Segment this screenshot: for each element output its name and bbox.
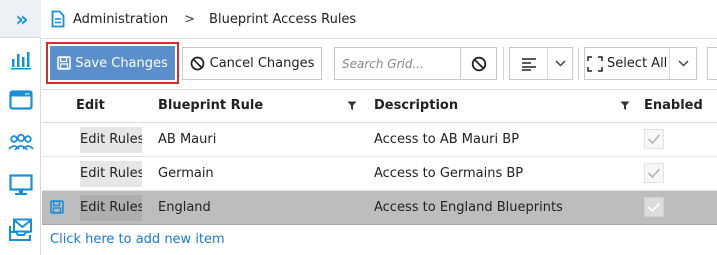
window-icon	[8, 90, 33, 110]
column-header-enabled[interactable]: Enabled	[644, 90, 703, 122]
save-button[interactable]: Save Changes	[50, 46, 175, 80]
search-box	[334, 47, 497, 80]
nav-window-button[interactable]	[0, 82, 41, 118]
enabled-checkbox[interactable]	[644, 129, 664, 149]
breadcrumb-root-link[interactable]: Administration	[73, 12, 168, 27]
blueprint-rule-cell: England	[158, 200, 211, 215]
expand-nav-button[interactable]: »	[0, 0, 41, 38]
floppy-disk-icon	[57, 56, 71, 70]
filter-icon[interactable]	[347, 101, 357, 111]
document-icon	[51, 10, 65, 28]
column-header-edit[interactable]: Edit	[76, 90, 105, 122]
cancel-icon	[190, 56, 204, 71]
nav-rail: »	[0, 0, 41, 255]
select-all-dropdown[interactable]: Select All	[584, 47, 697, 80]
nav-monitor-button[interactable]	[0, 167, 41, 203]
floppy-disk-icon	[50, 200, 64, 214]
select-all-label: Select All	[606, 56, 668, 71]
chevron-down-icon	[554, 60, 566, 67]
checkmark-icon	[647, 168, 661, 179]
nav-users-button[interactable]	[0, 126, 41, 162]
edit-rules-button[interactable]: Edit Rules	[80, 195, 142, 221]
description-cell: Access to AB Mauri BP	[374, 132, 520, 147]
chevron-down-icon	[678, 60, 689, 67]
select-all-icon	[587, 55, 603, 72]
column-header-blueprint-rule[interactable]: Blueprint Rule	[158, 90, 263, 122]
save-button-label: Save Changes	[75, 55, 168, 71]
checkmark-icon	[647, 134, 661, 145]
users-icon	[7, 134, 34, 151]
cancel-button-label: Cancel Changes	[209, 56, 315, 71]
double-chevron-right-icon: »	[15, 6, 29, 31]
clear-search-button[interactable]	[460, 48, 496, 79]
align-left-button[interactable]	[510, 48, 548, 79]
column-header-description[interactable]: Description	[374, 90, 458, 122]
edit-rules-button[interactable]: Edit Rules	[80, 161, 142, 187]
align-left-icon	[521, 57, 536, 71]
table-row[interactable]: Edit Rules England Access to England Blu…	[42, 191, 717, 225]
checkmark-icon	[647, 202, 661, 213]
description-cell: Access to England Blueprints	[374, 200, 563, 215]
enabled-checkbox[interactable]	[644, 163, 664, 183]
breadcrumb-separator: >	[184, 11, 196, 27]
grid-header: Edit Blueprint Rule Description Enabled	[42, 89, 717, 123]
table-row[interactable]: Edit Rules Germain Access to Germains BP	[42, 157, 717, 191]
enabled-checkbox[interactable]	[644, 197, 664, 217]
search-input[interactable]	[335, 48, 460, 79]
add-new-item-link[interactable]: Click here to add new item	[42, 225, 717, 255]
page-title: Blueprint Access Rules	[209, 11, 357, 27]
grid-toolbar: Save Changes Cancel Changes Search Grid.…	[42, 40, 717, 88]
edit-rules-button[interactable]: Edit Rules	[80, 127, 142, 153]
nav-reports-button[interactable]	[0, 42, 41, 78]
more-toolbar-button[interactable]	[707, 47, 717, 80]
filter-icon[interactable]	[620, 101, 630, 111]
description-cell: Access to Germains BP	[374, 166, 524, 181]
blueprint-rule-cell: Germain	[158, 166, 214, 181]
breadcrumb: Administration > Blueprint Access Rules	[42, 0, 717, 39]
alignment-dropdown[interactable]	[509, 47, 573, 80]
cancel-button[interactable]: Cancel Changes	[182, 47, 322, 80]
cancel-icon	[471, 56, 486, 71]
monitor-icon	[8, 174, 33, 195]
toolbar-divider	[503, 47, 504, 80]
bar-chart-icon	[10, 52, 31, 70]
nav-messages-button[interactable]	[0, 212, 41, 248]
save-highlight-frame: Save Changes	[46, 42, 179, 84]
blueprint-rule-cell: AB Mauri	[158, 132, 217, 147]
toolbar-divider	[578, 47, 579, 80]
envelope-tray-icon	[8, 218, 32, 241]
select-all-button[interactable]: Select All	[585, 48, 671, 79]
table-row[interactable]: Edit Rules AB Mauri Access to AB Mauri B…	[42, 123, 717, 157]
select-all-dropdown-toggle[interactable]	[670, 48, 696, 79]
alignment-dropdown-toggle[interactable]	[548, 48, 572, 79]
